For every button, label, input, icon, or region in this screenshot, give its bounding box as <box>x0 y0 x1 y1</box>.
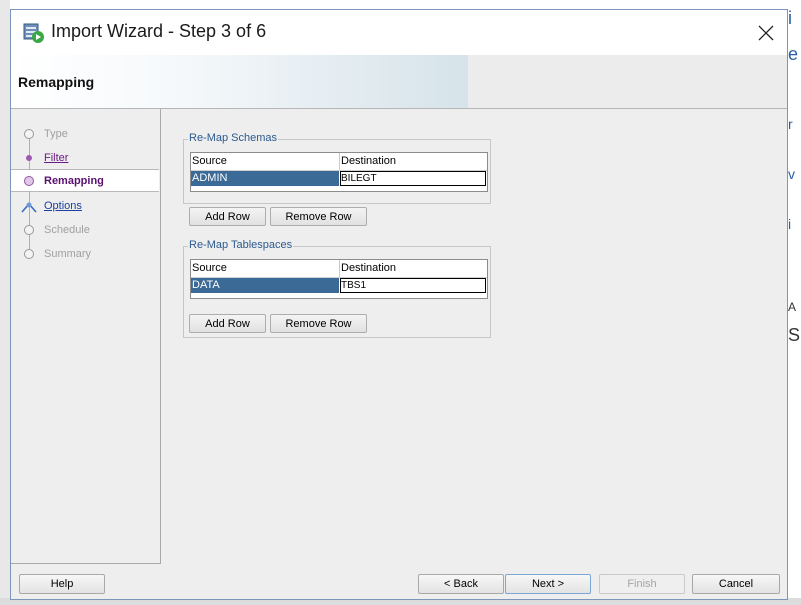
table-row[interactable]: DATA TBS1 <box>191 278 487 293</box>
column-header-destination[interactable]: Destination <box>341 155 396 167</box>
column-divider <box>339 153 340 170</box>
cancel-button[interactable]: Cancel <box>692 574 780 594</box>
source-cell[interactable]: DATA <box>191 278 339 293</box>
nav-step-label: Type <box>44 128 68 140</box>
current-step-arrow-icon <box>21 202 37 213</box>
step-title: Remapping <box>18 74 95 90</box>
background-app-right: i e r v i A S <box>786 0 801 605</box>
nav-step-schedule: Schedule <box>11 219 159 242</box>
destination-value: BILEGT <box>341 173 377 184</box>
source-value: ADMIN <box>192 172 228 184</box>
nav-step-label[interactable]: Filter <box>44 152 68 164</box>
step-indicator-icon <box>24 176 34 186</box>
nav-step-label[interactable]: Options <box>44 200 82 212</box>
next-button[interactable]: Next > <box>505 574 591 594</box>
nav-step-summary: Summary <box>11 243 159 266</box>
back-button[interactable]: < Back <box>418 574 504 594</box>
destination-cell-input[interactable]: TBS1 <box>340 278 486 293</box>
step-indicator-icon <box>24 249 34 259</box>
remap-schemas-title: Re-Map Schemas <box>188 132 279 144</box>
remap-schemas-table[interactable]: Source Destination ADMIN BILEGT <box>190 152 488 192</box>
title-bar[interactable]: Import Wizard - Step 3 of 6 <box>11 10 787 55</box>
nav-step-type: Type <box>11 123 159 146</box>
step-indicator-icon <box>24 225 34 235</box>
table-row[interactable]: ADMIN BILEGT <box>191 171 487 186</box>
nav-step-filter[interactable]: Filter <box>11 147 159 170</box>
window-title: Import Wizard - Step 3 of 6 <box>51 21 267 41</box>
remap-tablespaces-table[interactable]: Source Destination DATA TBS1 <box>190 259 488 299</box>
destination-cell-input[interactable]: BILEGT <box>340 171 486 186</box>
table-header: Source Destination <box>191 153 487 171</box>
step-indicator-icon <box>26 155 32 161</box>
import-wizard-dialog: Import Wizard - Step 3 of 6 Remapping Ty… <box>10 9 788 600</box>
source-value: DATA <box>192 279 220 291</box>
column-header-destination[interactable]: Destination <box>341 262 396 274</box>
schemas-remove-row-button[interactable]: Remove Row <box>270 207 367 226</box>
source-cell[interactable]: ADMIN <box>191 171 339 186</box>
close-icon <box>758 25 774 41</box>
schemas-add-row-button[interactable]: Add Row <box>189 207 266 226</box>
help-button[interactable]: Help <box>19 574 105 594</box>
nav-step-label: Summary <box>44 248 92 260</box>
tablespaces-remove-row-button[interactable]: Remove Row <box>270 314 367 333</box>
table-header: Source Destination <box>191 260 487 278</box>
step-header: Remapping <box>11 55 787 109</box>
step-indicator-icon <box>24 129 34 139</box>
destination-value: TBS1 <box>341 280 367 291</box>
nav-step-label: Remapping <box>44 175 104 187</box>
background-app-left <box>0 0 10 605</box>
nav-step-label: Schedule <box>44 224 90 236</box>
import-wizard-icon <box>23 23 44 43</box>
column-header-source[interactable]: Source <box>192 155 227 167</box>
nav-step-options[interactable]: Options <box>11 195 159 218</box>
remap-tablespaces-title: Re-Map Tablespaces <box>188 239 294 251</box>
close-button[interactable] <box>753 20 779 46</box>
wizard-steps-nav: Type Filter Remapping Options Schedule S… <box>11 109 161 564</box>
column-header-source[interactable]: Source <box>192 262 227 274</box>
finish-button: Finish <box>599 574 685 594</box>
tablespaces-add-row-button[interactable]: Add Row <box>189 314 266 333</box>
nav-step-remapping[interactable]: Remapping <box>11 169 159 192</box>
column-divider <box>339 260 340 277</box>
remap-schemas-group: Re-Map Schemas Source Destination ADMIN … <box>183 132 491 204</box>
